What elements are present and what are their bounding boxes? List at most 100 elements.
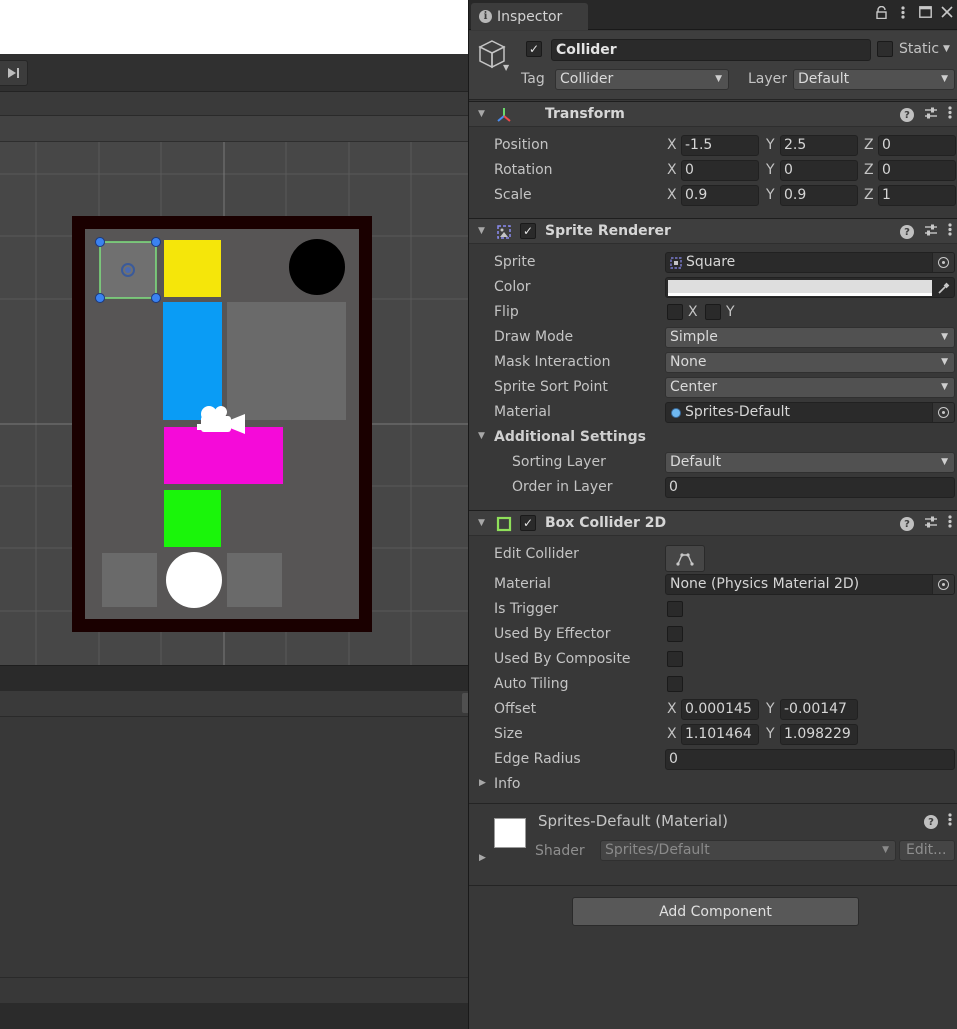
axis-z-label[interactable]: Z (864, 187, 874, 203)
white-circle[interactable] (166, 552, 222, 608)
maximize-icon[interactable] (918, 6, 932, 23)
foldout-collapsed-icon[interactable]: ▶ (479, 853, 486, 863)
gameobject-name-field[interactable]: Collider (551, 39, 871, 61)
more-options-icon[interactable] (896, 6, 910, 23)
scene-view[interactable] (0, 142, 468, 665)
position-z-field[interactable]: 0 (878, 135, 956, 156)
order-in-layer-field[interactable]: 0 (665, 477, 955, 498)
add-component-button[interactable]: Add Component (572, 897, 859, 926)
axis-x-label[interactable]: X (667, 187, 677, 203)
size-x-field[interactable]: 1.101464 (681, 724, 759, 745)
physics-material-field[interactable]: None (Physics Material 2D) (665, 574, 955, 595)
help-icon[interactable]: ? (924, 815, 938, 829)
additional-settings-foldout[interactable]: Additional Settings (494, 429, 646, 445)
is-trigger-checkbox[interactable] (667, 601, 683, 617)
offset-x-field[interactable]: 0.000145 (681, 699, 759, 720)
preset-icon[interactable] (924, 106, 938, 124)
close-icon[interactable] (940, 6, 954, 23)
help-icon[interactable]: ? (900, 108, 914, 122)
object-picker-button[interactable] (932, 253, 954, 272)
foldout-expanded-icon[interactable]: ▼ (478, 518, 485, 528)
layer-dropdown[interactable]: Default ▼ (793, 69, 955, 90)
box-collider-enabled-checkbox[interactable]: ✓ (520, 515, 536, 531)
resize-handle[interactable] (95, 237, 105, 247)
axis-y-label[interactable]: Y (766, 187, 775, 203)
static-dropdown-caret-icon[interactable]: ▼ (943, 44, 950, 54)
foldout-expanded-icon[interactable]: ▼ (478, 226, 485, 236)
axis-z-label[interactable]: Z (864, 137, 874, 153)
flip-x-checkbox[interactable] (667, 304, 683, 320)
axis-y-label[interactable]: Y (766, 726, 775, 742)
tab-inspector[interactable]: i Inspector (471, 3, 588, 30)
resize-handle[interactable] (151, 293, 161, 303)
auto-tiling-checkbox[interactable] (667, 676, 683, 692)
foldout-expanded-icon[interactable]: ▼ (478, 431, 485, 441)
scale-z-field[interactable]: 1 (878, 185, 956, 206)
sprite-renderer-header[interactable]: ▼ ✓ Sprite Renderer ? (469, 218, 957, 244)
gameobject-active-checkbox[interactable]: ✓ (526, 41, 542, 57)
rotation-y-field[interactable]: 0 (780, 160, 858, 181)
sprite-object-field[interactable]: Square (665, 252, 955, 273)
more-options-icon[interactable] (948, 515, 952, 533)
axis-z-label[interactable]: Z (864, 162, 874, 178)
lock-icon[interactable] (874, 5, 888, 23)
edit-shader-button[interactable]: Edit... (899, 840, 955, 861)
foldout-expanded-icon[interactable]: ▼ (478, 109, 485, 119)
draw-mode-dropdown[interactable]: Simple ▼ (665, 327, 955, 348)
info-foldout[interactable]: Info (494, 776, 521, 792)
used-by-effector-checkbox[interactable] (667, 626, 683, 642)
scene-canvas[interactable] (0, 142, 468, 665)
rotation-x-field[interactable]: 0 (681, 160, 759, 181)
grey-block-left[interactable] (102, 553, 157, 607)
tag-dropdown[interactable]: Collider ▼ (555, 69, 729, 90)
grey-block-right[interactable] (227, 553, 282, 607)
used-by-composite-checkbox[interactable] (667, 651, 683, 667)
axis-y-label[interactable]: Y (766, 701, 775, 717)
axis-x-label[interactable]: X (667, 137, 677, 153)
axis-y-label[interactable]: Y (766, 162, 775, 178)
position-x-field[interactable]: -1.5 (681, 135, 759, 156)
more-options-icon[interactable] (948, 223, 952, 241)
sorting-layer-dropdown[interactable]: Default ▼ (665, 452, 955, 473)
magenta-block[interactable] (164, 427, 283, 484)
scale-y-field[interactable]: 0.9 (780, 185, 858, 206)
axis-x-label[interactable]: X (667, 726, 677, 742)
scale-x-field[interactable]: 0.9 (681, 185, 759, 206)
grey-large-block[interactable] (227, 302, 346, 420)
static-checkbox[interactable]: ✓ (877, 41, 893, 57)
help-icon[interactable]: ? (900, 225, 914, 239)
help-icon[interactable]: ? (900, 517, 914, 531)
green-block[interactable] (164, 490, 221, 547)
position-y-field[interactable]: 2.5 (780, 135, 858, 156)
material-object-field[interactable]: Sprites-Default (665, 402, 955, 423)
sprite-sort-point-dropdown[interactable]: Center ▼ (665, 377, 955, 398)
rotation-z-field[interactable]: 0 (878, 160, 956, 181)
object-picker-button[interactable] (932, 403, 954, 422)
resize-handle[interactable] (151, 237, 161, 247)
color-swatch[interactable] (668, 280, 932, 293)
edge-radius-field[interactable]: 0 (665, 749, 955, 770)
icon-dropdown-caret-icon[interactable]: ▼ (503, 63, 509, 72)
shader-dropdown[interactable]: Sprites/Default ▼ (600, 840, 896, 861)
resize-handle[interactable] (95, 293, 105, 303)
box-collider-2d-header[interactable]: ▼ ✓ Box Collider 2D ? (469, 510, 957, 536)
sprite-renderer-enabled-checkbox[interactable]: ✓ (520, 223, 536, 239)
more-options-icon[interactable] (948, 813, 952, 830)
axis-x-label[interactable]: X (667, 162, 677, 178)
eyedropper-icon[interactable] (934, 280, 952, 296)
flip-y-checkbox[interactable] (705, 304, 721, 320)
edit-collider-button[interactable] (665, 545, 705, 572)
mask-interaction-dropdown[interactable]: None ▼ (665, 352, 955, 373)
axis-x-label[interactable]: X (667, 701, 677, 717)
preset-icon[interactable] (924, 223, 938, 241)
black-circle[interactable] (289, 239, 345, 295)
panel-divider[interactable] (0, 665, 468, 691)
offset-y-field[interactable]: -0.00147 (780, 699, 858, 720)
size-y-field[interactable]: 1.098229 (780, 724, 858, 745)
object-picker-button[interactable] (932, 575, 954, 594)
more-options-icon[interactable] (948, 106, 952, 124)
preset-icon[interactable] (924, 515, 938, 533)
axis-y-label[interactable]: Y (766, 137, 775, 153)
blue-block[interactable] (163, 302, 222, 420)
step-button[interactable] (0, 60, 28, 86)
